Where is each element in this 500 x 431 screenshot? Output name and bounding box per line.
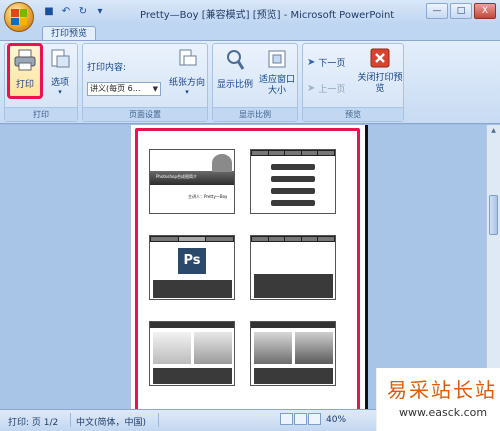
chevron-down-icon: ▾	[58, 88, 62, 96]
chevron-down-icon: ▾	[185, 88, 189, 96]
save-icon[interactable]: ■	[42, 4, 56, 18]
slideshow-view-icon[interactable]	[308, 413, 321, 425]
options-icon	[51, 49, 70, 68]
office-logo-icon	[11, 9, 27, 25]
preview-group: ➤ 下一页 ➤ 上一页 关闭打印预览 预览	[302, 43, 404, 122]
fit-window-icon	[268, 50, 286, 68]
slide-sorter-view-icon[interactable]	[294, 413, 307, 425]
zoom-group: 显示比例 适应窗口大小 显示比例	[212, 43, 298, 122]
close-window-button[interactable]: X	[474, 3, 496, 19]
vertical-scrollbar[interactable]: ▲	[486, 125, 500, 409]
ribbon: 打印 选项 ▾ 打印 打印内容: 讲义(每页 6... ▼ 纸张方向 ▾ 页面设…	[0, 40, 500, 124]
title-bar: ■ ↶ ↻ ▾ Pretty—Boy [兼容模式] [预览] - Microso…	[0, 0, 500, 32]
zoom-level[interactable]: 40%	[326, 415, 346, 425]
fit-to-window-button[interactable]: 适应窗口大小	[257, 48, 297, 100]
window-controls: — □ X	[426, 3, 496, 19]
previous-page-button[interactable]: ➤ 上一页	[307, 82, 345, 95]
options-button[interactable]: 选项 ▾	[45, 48, 75, 100]
page-orientation-icon	[179, 49, 197, 66]
watermark-title: 易采站长站	[387, 378, 497, 402]
tab-print-preview[interactable]: 打印预览	[42, 26, 97, 41]
page-setup-group: 打印内容: 讲义(每页 6... ▼ 纸张方向 ▾ 页面设置	[82, 43, 208, 122]
orientation-button[interactable]: 纸张方向 ▾	[167, 48, 207, 100]
customize-toolbar-icon[interactable]: ▾	[93, 4, 107, 18]
quick-access-toolbar: ■ ↶ ↻ ▾	[42, 4, 107, 18]
magnifier-icon	[227, 50, 245, 70]
print-what-label: 打印内容:	[87, 63, 127, 73]
highlight-frame	[135, 128, 360, 413]
ribbon-tab-row: 打印预览	[0, 24, 500, 41]
window-title: Pretty—Boy [兼容模式] [预览] - Microsoft Power…	[140, 10, 395, 21]
zoom-group-label: 显示比例	[213, 107, 297, 121]
site-watermark: 易采站长站 www.easck.com	[376, 368, 500, 431]
close-print-preview-button[interactable]: 关闭打印预览	[357, 48, 403, 104]
normal-view-icon[interactable]	[280, 413, 293, 425]
print-button[interactable]: 打印	[7, 43, 43, 99]
print-group-label: 打印	[5, 107, 77, 121]
page-setup-group-label: 页面设置	[83, 107, 207, 121]
arrow-left-icon: ➤	[307, 83, 316, 94]
minimize-button[interactable]: —	[426, 3, 448, 19]
arrow-right-icon: ➤	[307, 57, 316, 68]
printer-icon	[14, 49, 36, 71]
print-what-dropdown[interactable]: 讲义(每页 6... ▼	[87, 82, 161, 96]
zoom-button[interactable]: 显示比例	[215, 48, 255, 100]
scrollbar-thumb[interactable]	[489, 195, 498, 235]
chevron-down-icon: ▼	[152, 85, 158, 93]
next-page-button[interactable]: ➤ 下一页	[307, 56, 345, 69]
maximize-button[interactable]: □	[450, 3, 472, 19]
status-language: 中文(简体，中国)	[76, 418, 147, 428]
view-buttons	[280, 413, 321, 425]
undo-icon[interactable]: ↶	[59, 4, 73, 18]
close-preview-icon	[370, 48, 390, 68]
redo-icon[interactable]: ↻	[76, 4, 90, 18]
preview-group-label: 预览	[303, 107, 403, 121]
watermark-url: www.easck.com	[399, 406, 488, 419]
print-group: 打印 选项 ▾ 打印	[4, 43, 78, 122]
status-page: 打印: 页 1/2	[8, 418, 59, 428]
office-button[interactable]	[4, 2, 34, 32]
scroll-up-arrow-icon[interactable]: ▲	[489, 127, 498, 137]
